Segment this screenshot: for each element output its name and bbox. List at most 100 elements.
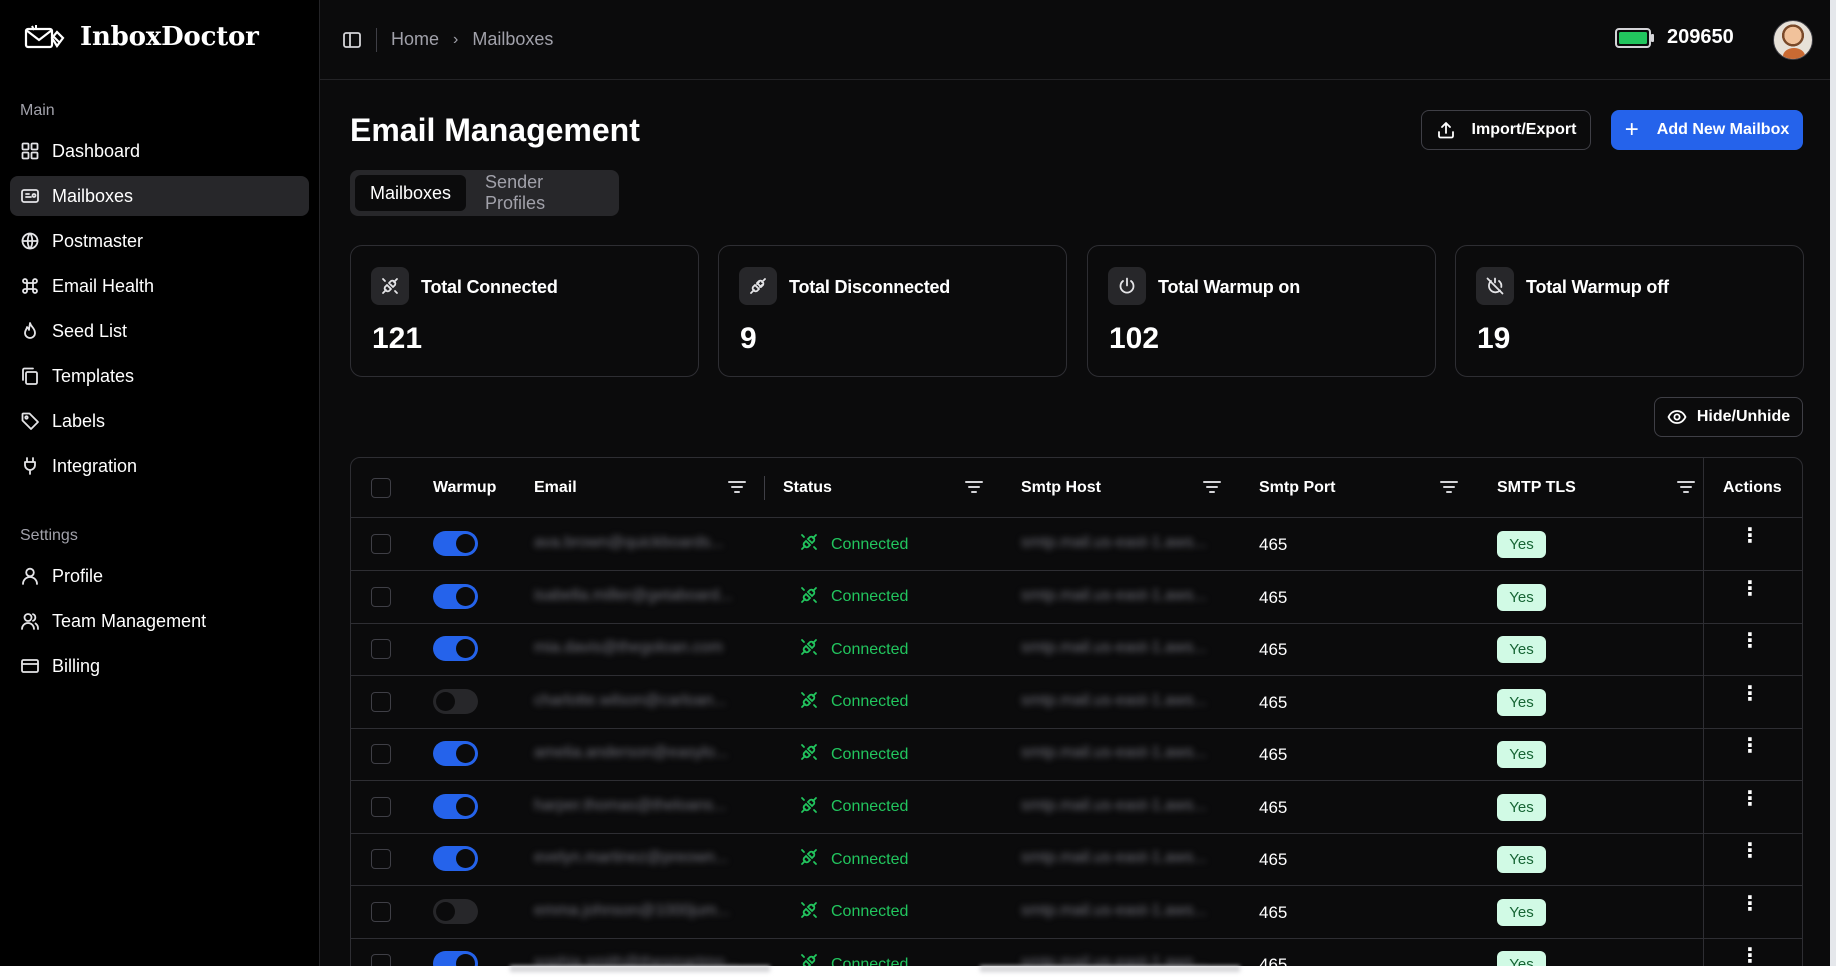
tab-sender-profiles[interactable]: Sender Profiles [470, 172, 614, 213]
sidebar-toggle-button[interactable] [342, 30, 362, 50]
row-checkbox[interactable] [371, 586, 391, 607]
sidebar-item-templates[interactable]: Templates [10, 356, 309, 396]
table-row[interactable]: charlotte.wilson@carloan... Connected smtp… [351, 676, 1802, 729]
main-section-label: Main [20, 102, 55, 119]
warmup-toggle[interactable] [433, 531, 478, 557]
more-actions-icon[interactable]: ⋮ [1740, 894, 1760, 914]
filter-icon[interactable] [1203, 479, 1221, 495]
smtp-port-cell: 465 [1259, 797, 1288, 817]
email-cell: ava.brown@quickboards... [534, 534, 724, 552]
more-actions-icon[interactable]: ⋮ [1740, 736, 1760, 756]
status-cell: Connected [799, 847, 908, 872]
table-row[interactable]: emma.johnson@1000jum... Connected smtp.mai… [351, 886, 1802, 939]
plug-connected-icon [799, 900, 819, 925]
row-checkbox[interactable] [371, 691, 391, 712]
credits-indicator: 209650 [1615, 26, 1734, 49]
more-actions-icon[interactable]: ⋮ [1740, 684, 1760, 704]
smtp-host-cell: smtp.mail.us-east-1.aws... [1021, 796, 1207, 814]
sidebar-item-postmaster[interactable]: Postmaster [10, 221, 309, 261]
tab-mailboxes[interactable]: Mailboxes [355, 175, 467, 211]
stat-value: 121 [372, 322, 423, 355]
smtp-host-cell: smtp.mail.us-east-1.aws... [1021, 744, 1207, 762]
warmup-toggle[interactable] [433, 688, 478, 714]
dashboard-icon [20, 141, 40, 161]
import-export-button[interactable]: Import/Export [1421, 110, 1591, 150]
power-icon [1108, 267, 1146, 305]
sidebar-item-billing[interactable]: Billing [10, 646, 309, 686]
row-checkbox[interactable] [371, 744, 391, 765]
sidebar-item-dashboard[interactable]: Dashboard [10, 131, 309, 171]
filter-icon[interactable] [728, 479, 746, 495]
smtp-tls-badge: Yes [1497, 951, 1546, 966]
command-icon [20, 276, 40, 296]
column-header-smtp-tls: SMTP TLS [1497, 479, 1576, 496]
row-checkbox[interactable] [371, 901, 391, 922]
filter-icon[interactable] [1677, 479, 1695, 495]
table-row[interactable]: ava.brown@quickboards... Connected smtp.ma… [351, 518, 1802, 571]
more-actions-icon[interactable]: ⋮ [1740, 526, 1760, 546]
smtp-tls-badge: Yes [1497, 898, 1546, 926]
stat-label: Total Disconnected [789, 277, 951, 297]
app-frame: InboxDoctor Main Dashboard Mailboxes Pos… [0, 0, 1836, 966]
row-checkbox[interactable] [371, 796, 391, 817]
status-cell: Connected [799, 900, 908, 925]
sidebar-item-label: Seed List [52, 320, 128, 341]
more-actions-icon[interactable]: ⋮ [1740, 631, 1760, 651]
sidebar-item-labels[interactable]: Labels [10, 401, 309, 441]
plug-connected-icon [799, 532, 819, 557]
filter-icon[interactable] [965, 479, 983, 495]
add-new-mailbox-button[interactable]: + Add New Mailbox [1611, 110, 1803, 150]
breadcrumb-home[interactable]: Home [391, 29, 439, 50]
status-text: Connected [831, 640, 909, 658]
email-cell: mia.davis@thegoloan.com [534, 639, 723, 657]
warmup-toggle[interactable] [433, 583, 478, 609]
sidebar-item-team-management[interactable]: Team Management [10, 601, 309, 641]
select-all-checkbox[interactable] [371, 478, 391, 498]
stat-card-total-disconnected: Total Disconnected 9 [718, 245, 1067, 377]
table-row[interactable]: amelia.anderson@easylo... Connected smtp.m… [351, 728, 1802, 781]
row-checkbox[interactable] [371, 534, 391, 555]
brand[interactable]: InboxDoctor [24, 22, 259, 52]
avatar[interactable] [1773, 20, 1813, 60]
smtp-tls-badge: Yes [1497, 531, 1546, 559]
settings-section-label: Settings [20, 527, 78, 544]
more-actions-icon[interactable]: ⋮ [1740, 789, 1760, 809]
smtp-host-cell: smtp.mail.us-east-1.aws... [1021, 691, 1207, 709]
row-checkbox[interactable] [371, 849, 391, 870]
flame-icon [20, 321, 40, 341]
warmup-toggle[interactable] [433, 741, 478, 767]
warmup-toggle[interactable] [433, 636, 478, 662]
sidebar-item-seed-list[interactable]: Seed List [10, 311, 309, 351]
table-row[interactable]: mia.davis@thegoloan.com Connected smtp.mai… [351, 623, 1802, 676]
warmup-toggle[interactable] [433, 793, 478, 819]
sidebar-item-profile[interactable]: Profile [10, 556, 309, 596]
sidebar-item-email-health[interactable]: Email Health [10, 266, 309, 306]
stat-card-total-warmup-on: Total Warmup on 102 [1087, 245, 1436, 377]
status-text: Connected [831, 588, 909, 606]
stat-label: Total Warmup on [1158, 277, 1300, 297]
warmup-toggle[interactable] [433, 846, 478, 872]
status-cell: Connected [799, 532, 908, 557]
warmup-toggle[interactable] [433, 951, 478, 966]
filter-icon[interactable] [1440, 479, 1458, 495]
sidebar-item-mailboxes[interactable]: Mailboxes [10, 176, 309, 216]
table-row[interactable]: harper.thomas@theloans... Connected smtp.m… [351, 781, 1802, 834]
warmup-toggle[interactable] [433, 898, 478, 924]
horizontal-scrollbar[interactable] [510, 966, 770, 972]
smtp-port-cell: 465 [1259, 902, 1288, 922]
smtp-port-cell: 465 [1259, 535, 1288, 555]
more-actions-icon[interactable]: ⋮ [1740, 579, 1760, 599]
more-actions-icon[interactable]: ⋮ [1740, 841, 1760, 861]
table-row[interactable]: isabella.miller@getaboard... Connected smt… [351, 571, 1802, 624]
more-actions-icon[interactable]: ⋮ [1740, 946, 1760, 966]
hide-unhide-button[interactable]: Hide/Unhide [1654, 397, 1803, 437]
row-checkbox[interactable] [371, 639, 391, 660]
sidebar-item-integration[interactable]: Integration [10, 446, 309, 486]
globe-icon [20, 231, 40, 251]
page-scrollbar[interactable] [1830, 0, 1836, 966]
table-row[interactable]: evelyn.martinez@preown... Connected smtp.m… [351, 833, 1802, 886]
horizontal-scrollbar[interactable] [980, 966, 1240, 972]
email-cell: isabella.miller@getaboard... [534, 586, 733, 604]
row-checkbox[interactable] [371, 954, 391, 966]
table-row[interactable]: sophia.smith@thesmartmo... Connected smtp.… [351, 938, 1802, 966]
